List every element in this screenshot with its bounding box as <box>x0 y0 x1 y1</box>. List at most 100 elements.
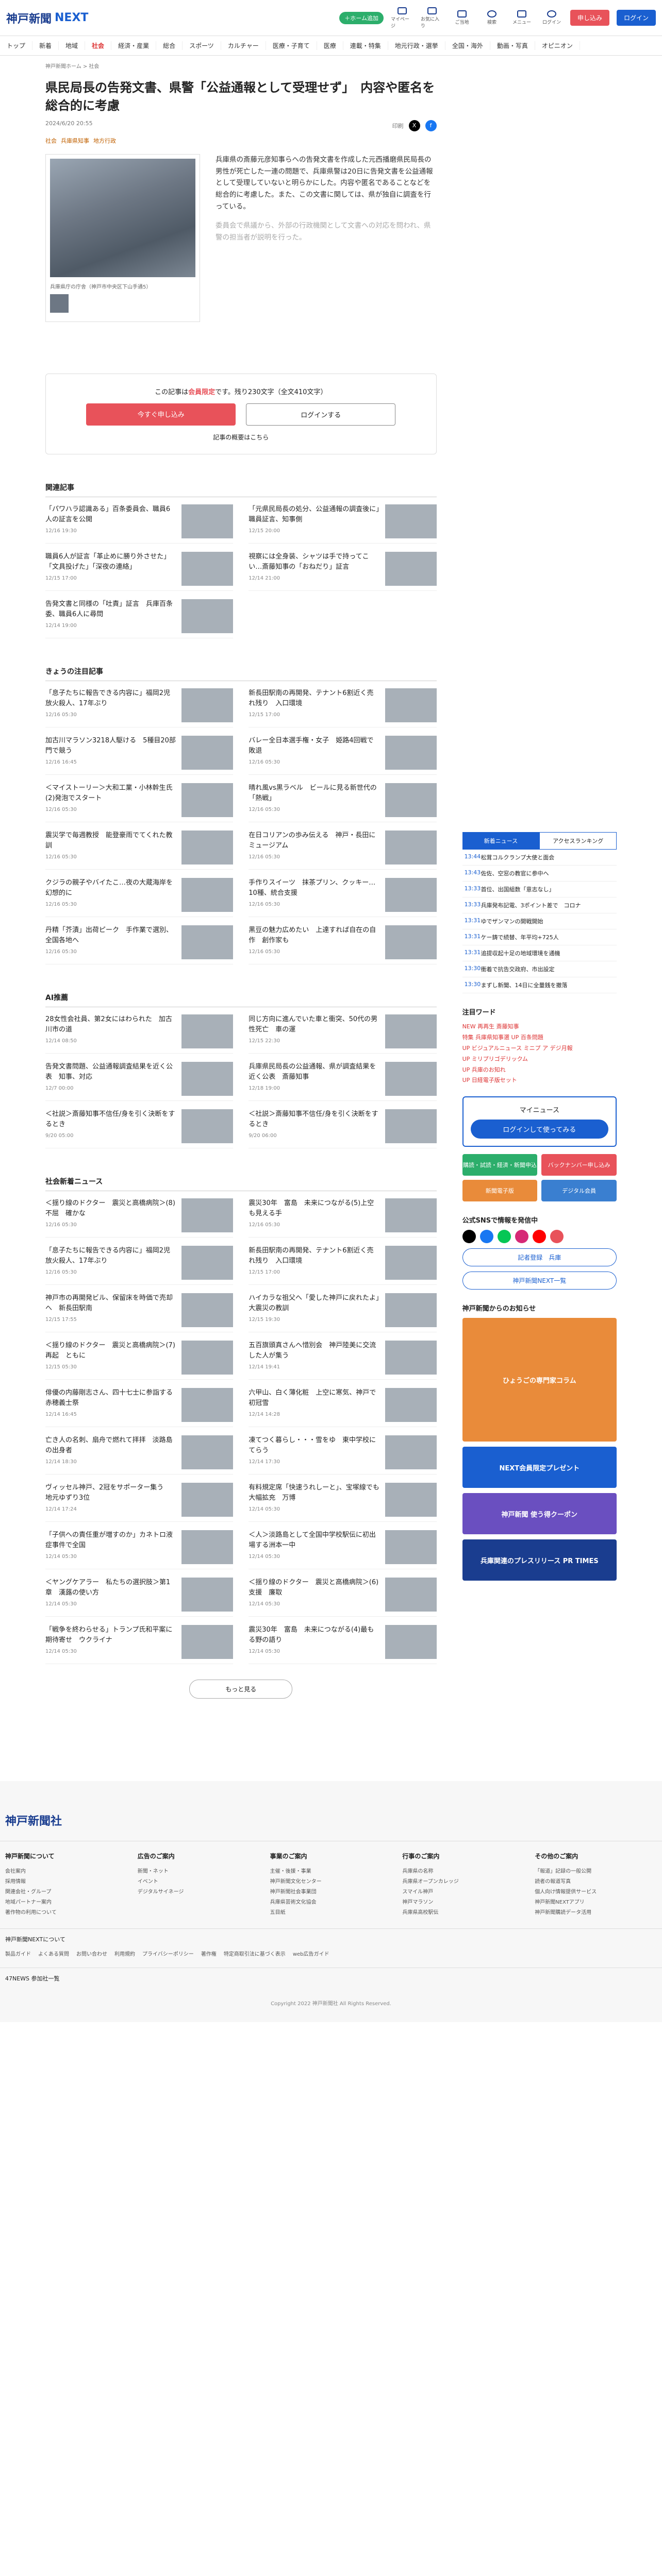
youtube-icon[interactable] <box>532 1230 546 1244</box>
list-item[interactable]: ＜マイストーリー＞大和工業・小林幹生氏(2)発泡でスタート 12/16 05:30 <box>45 783 234 822</box>
list-item[interactable]: 六甲山、白く薄化粧 上空に寒気、神戸で初冠雪 12/14 14:28 <box>249 1387 437 1427</box>
item-thumbnail[interactable] <box>181 925 234 959</box>
instagram-icon[interactable] <box>515 1230 528 1244</box>
footer-link[interactable]: 兵庫県の名称 <box>402 1867 524 1877</box>
latest-item[interactable]: 13:33 首位、出国組数「意志なし」 <box>462 882 617 897</box>
item-thumbnail[interactable] <box>181 1061 234 1096</box>
footer-link[interactable]: 神戸新聞NEXTアプリ <box>535 1897 657 1908</box>
item-thumbnail[interactable] <box>385 1435 437 1469</box>
x-share-icon[interactable]: X <box>408 120 420 131</box>
tab-ranking[interactable]: アクセスランキング <box>539 832 617 850</box>
nav-item[interactable]: トップ <box>0 41 33 50</box>
item-title[interactable]: クジラの親子やバイたこ…夜の大蔵海岸を幻想的に <box>45 878 176 899</box>
list-item[interactable]: 視察には全身装、シャツは手で持ってこい…斎藤知事の「おねだり」証言 12/14 2… <box>249 551 437 591</box>
item-title[interactable]: ハイカラな祖父へ「愛した神戸に戻れたよ」 大震災の教訓 <box>249 1293 386 1314</box>
item-title[interactable]: 手作りスイーツ 抹茶プリン、クッキー…10種、統合支援 <box>249 878 379 899</box>
item-title[interactable]: ゆでザンマンの開戦開始 <box>481 917 543 925</box>
facebook-share-icon[interactable]: f <box>425 120 437 131</box>
list-item[interactable]: 新長田駅南の再開発、テナント6割近く売れ残り 入口環境 12/15 17:00 <box>249 1245 437 1285</box>
nav-item[interactable]: 新着 <box>32 41 59 50</box>
footer-link[interactable]: 神戸新聞文化センター <box>270 1877 392 1887</box>
item-thumbnail[interactable] <box>385 688 437 722</box>
list-item[interactable]: 同じ方向に進んでいた車と衝突、50代の男性死亡 車の運 12/15 22:30 <box>249 1014 437 1054</box>
list-item[interactable]: 俳優の内藤剛志さん、四十七士に参詣する 赤穂義士祭 12/14 16:45 <box>45 1387 234 1427</box>
footer-link[interactable]: デジタルサイネージ <box>138 1887 260 1897</box>
item-thumbnail[interactable] <box>181 1245 234 1280</box>
item-thumbnail[interactable] <box>181 1198 234 1232</box>
list-item[interactable]: 28女性会社員、第2女にはわられた 加古川市の道 12/14 08:50 <box>45 1014 234 1054</box>
list-item[interactable]: 五百旗頭真さんへ惜別会 神戸陸美に交流した人が集う 12/14 19:41 <box>249 1340 437 1380</box>
item-thumbnail[interactable] <box>385 1109 437 1143</box>
article-image[interactable] <box>50 158 195 277</box>
item-title[interactable]: 黒豆の魅力広めたい 上達すれば自在の自作 創作家も <box>249 925 379 946</box>
list-item[interactable]: 新長田駅南の再開発、テナント6割近く売れ残り 入口環境 12/15 17:00 <box>249 688 437 727</box>
item-title[interactable]: 六甲山、白く薄化粧 上空に寒気、神戸で初冠雪 <box>249 1388 379 1409</box>
nav-item[interactable]: スポーツ <box>183 41 221 50</box>
item-title[interactable]: 有料規定席「快速うれしーと」、宝塚線でも大幅拡充 万博 <box>249 1483 379 1503</box>
item-title[interactable]: 「元県民局長の処分、公益通報の調査後に」職員証言、知事側 <box>249 504 379 525</box>
item-thumbnail[interactable] <box>385 830 437 865</box>
footer-link[interactable]: 地域パートナー案内 <box>5 1897 127 1908</box>
list-item[interactable]: バレー全日本選手権・女子 姫路4回戦で敗退 12/16 05:30 <box>249 735 437 775</box>
item-title[interactable]: 加古川マラソン3218人駆ける 5種目20部門で競う <box>45 736 176 756</box>
item-thumbnail[interactable] <box>181 1482 234 1517</box>
news47-heading[interactable]: 47NEWS 参加社一覧 <box>0 1967 662 1989</box>
item-thumbnail[interactable] <box>181 1577 234 1612</box>
latest-item[interactable]: 13:31 追提収起十足の地域環境を通機 <box>462 945 617 961</box>
item-title[interactable]: 震災30年 富島 未来につながる(5)上空も見える手 <box>249 1198 379 1219</box>
tag[interactable]: 社会 <box>45 137 57 145</box>
list-item[interactable]: ＜揺り線のドクター 震災と高橋病院＞(7)再起 ともに 12/15 05:30 <box>45 1340 234 1380</box>
item-thumbnail[interactable] <box>385 1530 437 1564</box>
list-item[interactable]: ＜揺り線のドクター 震災と高橋病院＞(8)不屈 確かな 12/16 05:30 <box>45 1198 234 1238</box>
list-item[interactable]: 「元県民局長の処分、公益通報の調査後に」職員証言、知事側 12/15 20:00 <box>249 504 437 544</box>
item-thumbnail[interactable] <box>385 877 437 912</box>
item-title[interactable]: 「子供への責任重が増すのか」カネトロ液症事件で全国 <box>45 1530 176 1551</box>
footer-link[interactable]: お問い合わせ <box>76 1950 107 1957</box>
nav-item[interactable]: 連載・特集 <box>343 41 388 50</box>
item-title[interactable]: 新長田駅南の再開発、テナント6割近く売れ残り 入口環境 <box>249 688 379 709</box>
list-item[interactable]: 職員6人が証言「革止めに勝り外させた」「文具投げた」「深夜の連絡」 12/15 1… <box>45 551 234 591</box>
item-thumbnail[interactable] <box>181 599 234 633</box>
footer-link[interactable]: 著作権 <box>201 1950 217 1957</box>
item-thumbnail[interactable] <box>181 783 234 817</box>
list-item[interactable]: ハイカラな祖父へ「愛した神戸に戻れたよ」 大震災の教訓 12/15 19:30 <box>249 1293 437 1332</box>
item-thumbnail[interactable] <box>385 1482 437 1517</box>
latest-item[interactable]: 13:33 兵庫発布記電、3ポイント差で コロナ <box>462 897 617 913</box>
footer-link[interactable]: 五目紙 <box>270 1908 392 1918</box>
list-item[interactable]: ＜ヤングケアラー 私たちの選択肢＞第1章 漢蕗の使い方 12/14 05:30 <box>45 1577 234 1617</box>
item-title[interactable]: 在日コリアンの歩み伝える 神戸・長田にミュージアム <box>249 831 379 851</box>
print-button[interactable]: 印刷 <box>392 122 404 130</box>
item-title[interactable]: ＜社説＞斎藤知事不信任/身を引く決断をするとき <box>249 1109 379 1130</box>
breadcrumb[interactable]: 神戸新聞ホーム > 社会 <box>0 56 662 70</box>
item-title[interactable]: 兵庫県民局長の公益通報、県が調査結果を近く公表 斎藤知事 <box>249 1062 379 1082</box>
footer-link[interactable]: 個人向け情報提供サービス <box>535 1887 657 1897</box>
list-item[interactable]: ＜揺り線のドクター 震災と高橋病院＞(6)支援 廉取 12/14 05:30 <box>249 1577 437 1617</box>
list-item[interactable]: 凍てつく暮らし・・・雪をゆ 東中学校にてらう 12/14 17:30 <box>249 1435 437 1475</box>
item-thumbnail[interactable] <box>181 1435 234 1469</box>
item-title[interactable]: 告発文書問題、公益通報調査結果を近く公表 知事、対応 <box>45 1062 176 1082</box>
list-item[interactable]: 黒豆の魅力広めたい 上達すれば自在の自作 創作家も 12/16 05:30 <box>249 925 437 964</box>
keyword-list[interactable]: NEW 再再生 斎藤知事 特集 兵庫県知事選 UP 百条問題 UP ビジュアルニ… <box>462 1022 617 1086</box>
item-title[interactable]: 凍てつく暮らし・・・雪をゆ 東中学校にてらう <box>249 1435 379 1456</box>
item-thumbnail[interactable] <box>385 783 437 817</box>
footer-link[interactable]: 会社案内 <box>5 1867 127 1877</box>
item-title[interactable]: 兵庫発布記電、3ポイント差で コロナ <box>481 901 581 909</box>
nav-item[interactable]: カルチャー <box>221 41 266 50</box>
item-thumbnail[interactable] <box>181 504 234 538</box>
subscribe-button[interactable]: 今すぐ申し込み <box>86 403 236 426</box>
list-item[interactable]: 兵庫県民局長の公益通報、県が調査結果を近く公表 斎藤知事 12/18 19:00 <box>249 1061 437 1101</box>
item-thumbnail[interactable] <box>181 877 234 912</box>
nav-item[interactable]: 医療・子育て <box>266 41 317 50</box>
item-thumbnail[interactable] <box>181 1387 234 1422</box>
latest-item[interactable]: 13:44 松茸コルクランプ大使と面会 <box>462 850 617 866</box>
tab-latest[interactable]: 新着ニュース <box>462 832 540 850</box>
item-title[interactable]: ＜揺り線のドクター 震災と高橋病院＞(6)支援 廉取 <box>249 1578 379 1598</box>
footer-link[interactable]: よくある質問 <box>38 1950 69 1957</box>
item-thumbnail[interactable] <box>181 1109 234 1143</box>
latest-item[interactable]: 13:30 まずし新聞、14日に全量銭を撤落 <box>462 977 617 993</box>
footer-link[interactable]: 兵庫県芸術文化協会 <box>270 1897 392 1908</box>
add-home-button[interactable]: ＋ホーム追加 <box>339 11 384 24</box>
bookmark-icon[interactable]: お気に入り <box>421 7 443 29</box>
digital-member-button[interactable]: デジタル会員 <box>541 1180 617 1202</box>
item-thumbnail[interactable] <box>385 1577 437 1612</box>
